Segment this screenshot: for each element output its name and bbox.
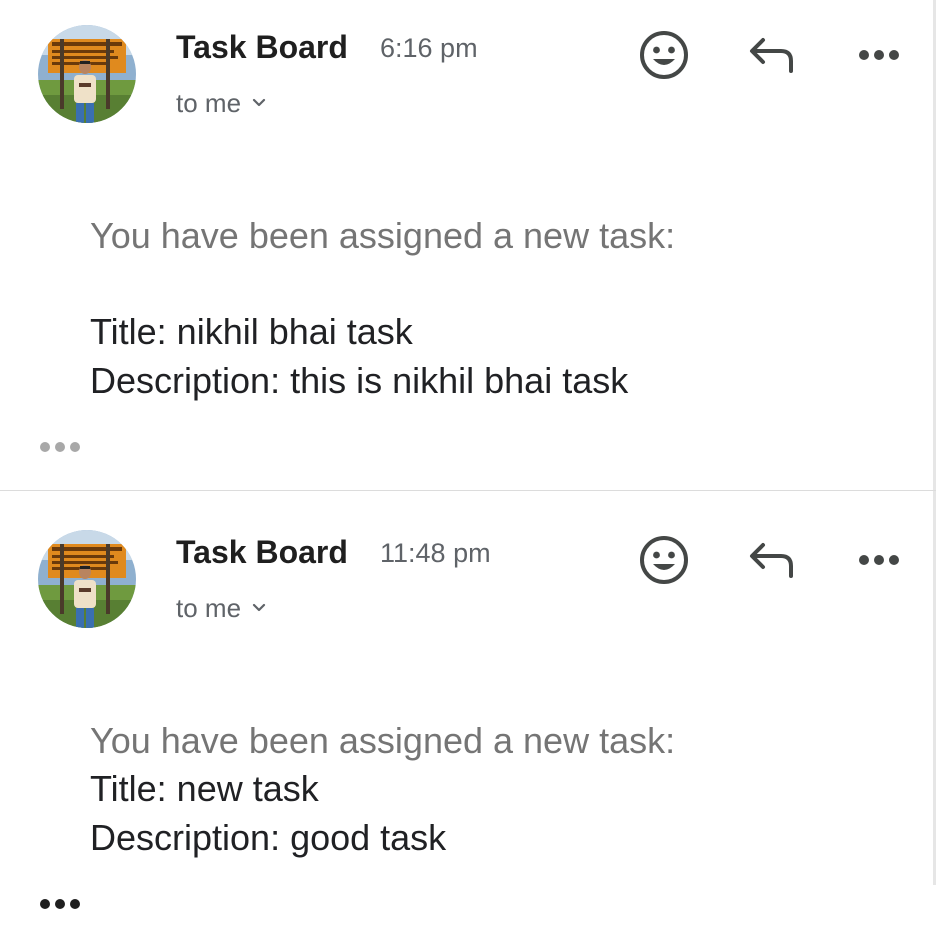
- recipient-details-toggle[interactable]: to me: [176, 591, 267, 625]
- ellipsis-icon: [55, 899, 65, 909]
- ellipsis-icon: [70, 899, 80, 909]
- ellipsis-icon: [55, 442, 65, 452]
- recipient-label: to me: [176, 593, 242, 623]
- reply-arrow-icon: [750, 543, 793, 578]
- reply-arrow-icon: [750, 38, 793, 73]
- ellipsis-icon: [40, 899, 50, 909]
- recipient-details-toggle[interactable]: to me: [176, 86, 267, 120]
- smiley-face-icon: [640, 31, 688, 79]
- more-horizontal-icon: [859, 555, 899, 565]
- show-trimmed-content-button[interactable]: [40, 435, 88, 459]
- email-intro-text: You have been assigned a new task:: [90, 720, 676, 761]
- task-description-line: Description: good task: [90, 817, 447, 858]
- chevron-down-icon: [252, 603, 266, 612]
- show-trimmed-content-button[interactable]: [40, 892, 88, 916]
- more-options-button[interactable]: [852, 28, 906, 82]
- ellipsis-icon: [70, 442, 80, 452]
- emoji-reaction-button[interactable]: [637, 533, 691, 587]
- task-title-line: Title: new task: [90, 768, 319, 809]
- chevron-down-icon: [252, 98, 266, 107]
- smiley-face-icon: [640, 536, 688, 584]
- more-options-button[interactable]: [852, 533, 906, 587]
- task-description-line: Description: this is nikhil bhai task: [90, 360, 629, 401]
- recipient-label: to me: [176, 88, 242, 118]
- message-time: 11:48 pm: [380, 538, 491, 568]
- emoji-reaction-button[interactable]: [637, 28, 691, 82]
- reply-button[interactable]: [745, 28, 799, 82]
- message-time: 6:16 pm: [380, 33, 478, 63]
- email-message-1: Task Board 6:16 pm to me You have been a…: [0, 0, 936, 490]
- profile-photo-avatar: [38, 25, 136, 123]
- sender-name[interactable]: Task Board: [176, 27, 348, 67]
- task-title-line: Title: nikhil bhai task: [90, 311, 413, 352]
- email-message-2: Task Board 11:48 pm to me You have been …: [0, 491, 936, 948]
- email-intro-text: You have been assigned a new task:: [90, 215, 676, 256]
- avatar[interactable]: [38, 530, 136, 628]
- reply-button[interactable]: [745, 533, 799, 587]
- ellipsis-icon: [40, 442, 50, 452]
- avatar[interactable]: [38, 25, 136, 123]
- email-thread: Task Board 6:16 pm to me You have been a…: [0, 0, 936, 948]
- profile-photo-avatar: [38, 530, 136, 628]
- more-horizontal-icon: [859, 50, 899, 60]
- sender-name[interactable]: Task Board: [176, 532, 348, 572]
